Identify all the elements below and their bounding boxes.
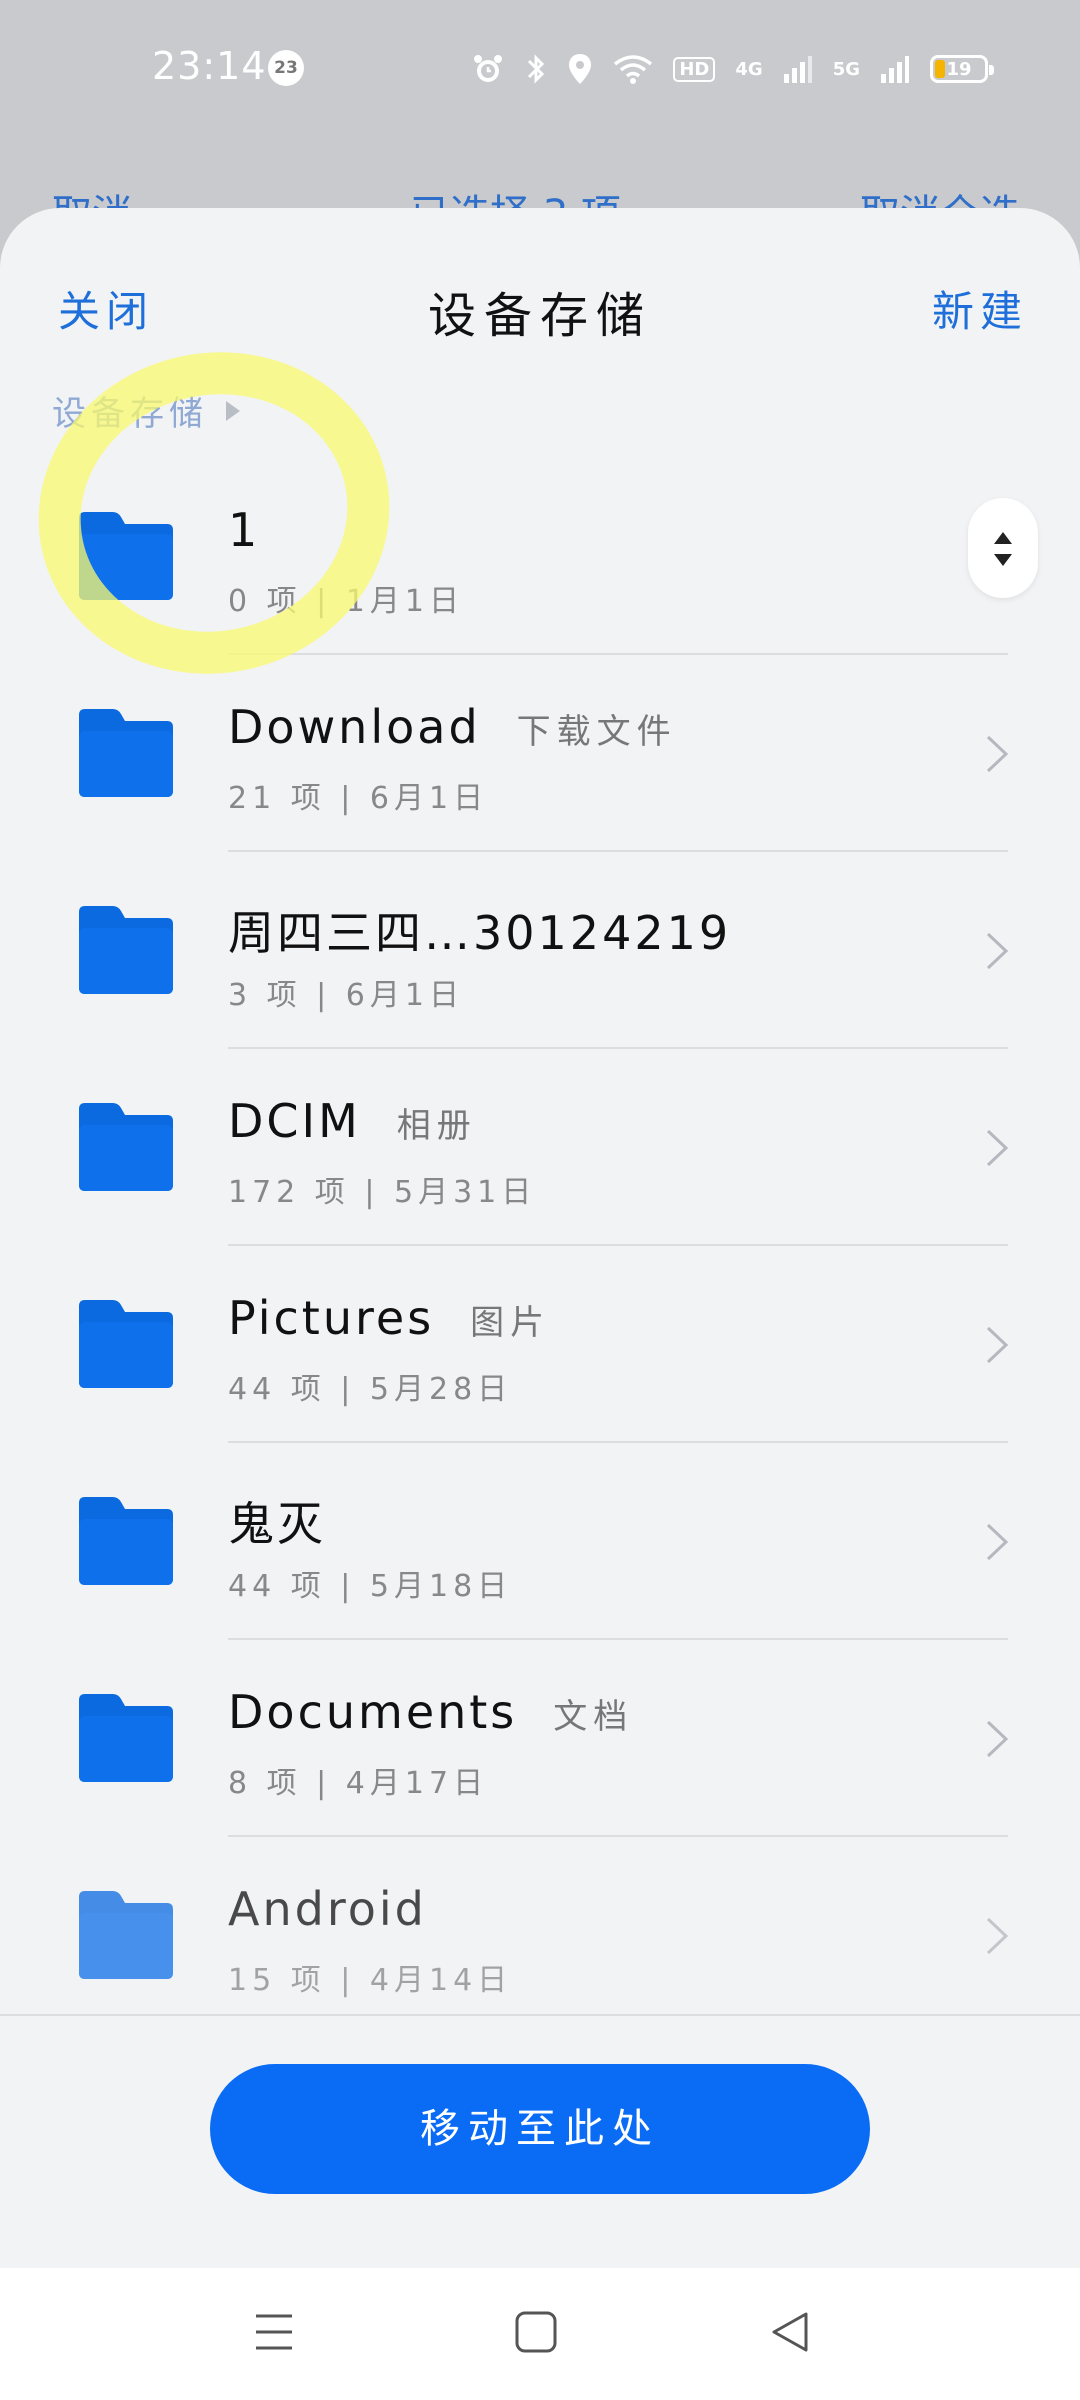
chevron-right-icon: [986, 735, 1009, 773]
folder-meta: 8 项 | 4月17日: [228, 1766, 489, 1801]
status-bar: 23:14 23 HD 4G 5G 19: [0, 0, 1080, 140]
alarm-icon: [471, 52, 505, 86]
folder-meta: 0 项 | 1月1日: [228, 584, 464, 619]
folder-name-line: 鬼灭: [228, 1488, 362, 1554]
folder-alias: 相册: [396, 1106, 477, 1146]
folder-name-line: Download 下载文件: [228, 700, 677, 754]
folder-name-line: DCIM 相册: [228, 1094, 477, 1148]
signal-icon-2: [880, 54, 910, 84]
folder-row[interactable]: Download 下载文件 21 项 | 6月1日: [0, 655, 1080, 852]
folder-icon: [79, 1300, 173, 1388]
folder-alias: 文档: [553, 1697, 634, 1737]
battery-level: 19: [946, 58, 972, 80]
battery-fill: [935, 60, 945, 78]
new-folder-button[interactable]: 新建: [932, 278, 1028, 339]
breadcrumb-label[interactable]: 设备存储: [52, 386, 208, 435]
folder-icon: [79, 709, 173, 797]
folder-name: 周四三四…30124219: [228, 906, 732, 960]
folder-icon: [79, 1891, 173, 1979]
sheet-title: 设备存储: [427, 288, 652, 344]
network-label-2: 5G: [832, 58, 860, 80]
folder-meta: 44 项 | 5月18日: [228, 1569, 513, 1604]
folder-row[interactable]: 周四三四…30124219 3 项 | 6月1日: [0, 852, 1080, 1049]
folder-row[interactable]: Documents 文档 8 项 | 4月17日: [0, 1640, 1080, 1837]
move-here-button[interactable]: 移动至此处: [210, 2064, 870, 2194]
folder-name: 1: [228, 503, 261, 557]
menu-icon[interactable]: [252, 2308, 296, 2360]
folder-meta: 15 项 | 4月14日: [228, 1963, 513, 1998]
battery-icon: 19: [930, 55, 994, 83]
folder-name-line: Android: [228, 1882, 463, 1936]
signal-icon-1: [783, 54, 813, 84]
bluetooth-icon: [525, 52, 547, 86]
chevron-right-icon: [986, 1129, 1009, 1167]
notification-badge: 23: [268, 50, 304, 86]
folder-name-line: Documents 文档: [228, 1685, 633, 1739]
folder-meta: 21 项 | 6月1日: [228, 781, 489, 816]
folder-icon: [79, 1694, 173, 1782]
chevron-right-icon: [986, 1917, 1009, 1955]
folder-name: Download: [228, 700, 481, 754]
folder-meta: 3 项 | 6月1日: [228, 978, 464, 1013]
hd-label: HD: [673, 56, 716, 82]
folder-icon: [79, 1497, 173, 1585]
folder-alias: 图片: [470, 1303, 551, 1343]
folder-row[interactable]: Pictures 图片 44 项 | 5月28日: [0, 1246, 1080, 1443]
folder-name: Pictures: [228, 1291, 435, 1345]
folder-name-line: 周四三四…30124219: [228, 897, 767, 963]
footer-divider: [0, 2014, 1080, 2016]
breadcrumb[interactable]: 设备存储: [52, 386, 240, 435]
folder-name: Android: [228, 1882, 427, 1936]
breadcrumb-arrow-icon: [226, 400, 240, 421]
status-icons: HD 4G 5G 19: [471, 44, 994, 94]
folder-list: 1 0 项 | 1月1日 Download 下载文件 21 项 | 6月1日 周…: [0, 458, 1080, 2034]
home-icon[interactable]: [512, 2308, 560, 2360]
screen: 23:14 23 HD 4G 5G 19 关闭 设备存储 新建 设备存储 1 0…: [0, 0, 1080, 2400]
chevron-right-icon: [986, 932, 1009, 970]
folder-row[interactable]: Android 15 项 | 4月14日: [0, 1837, 1080, 2034]
navigation-bar: [0, 2268, 1080, 2400]
wifi-icon: [613, 54, 653, 84]
folder-icon: [79, 1103, 173, 1191]
folder-picker-sheet: 关闭 设备存储 新建 设备存储 1 0 项 | 1月1日 Download 下载…: [0, 208, 1080, 2268]
chevron-right-icon: [986, 1720, 1009, 1758]
back-icon[interactable]: [768, 2308, 812, 2360]
folder-name: 鬼灭: [228, 1497, 326, 1551]
folder-name: DCIM: [228, 1094, 361, 1148]
folder-alias: 下载文件: [516, 712, 677, 752]
scroll-handle-icon: [994, 532, 1012, 566]
network-label-1: 4G: [735, 58, 763, 80]
folder-name: Documents: [228, 1685, 518, 1739]
folder-icon: [79, 906, 173, 994]
chevron-right-icon: [986, 1523, 1009, 1561]
folder-meta: 172 项 | 5月31日: [228, 1175, 537, 1210]
folder-icon: [79, 512, 173, 600]
location-icon: [567, 52, 593, 86]
folder-meta: 44 项 | 5月28日: [228, 1372, 513, 1407]
folder-row[interactable]: 鬼灭 44 项 | 5月18日: [0, 1443, 1080, 1640]
scroll-handle[interactable]: [968, 498, 1038, 598]
folder-row[interactable]: 1 0 项 | 1月1日: [0, 458, 1080, 655]
status-time: 23:14: [152, 44, 267, 88]
chevron-right-icon: [986, 1326, 1009, 1364]
sheet-header: 关闭 设备存储 新建: [0, 208, 1080, 388]
folder-name-line: 1: [228, 503, 296, 557]
folder-row[interactable]: DCIM 相册 172 项 | 5月31日: [0, 1049, 1080, 1246]
folder-name-line: Pictures 图片: [228, 1291, 550, 1345]
